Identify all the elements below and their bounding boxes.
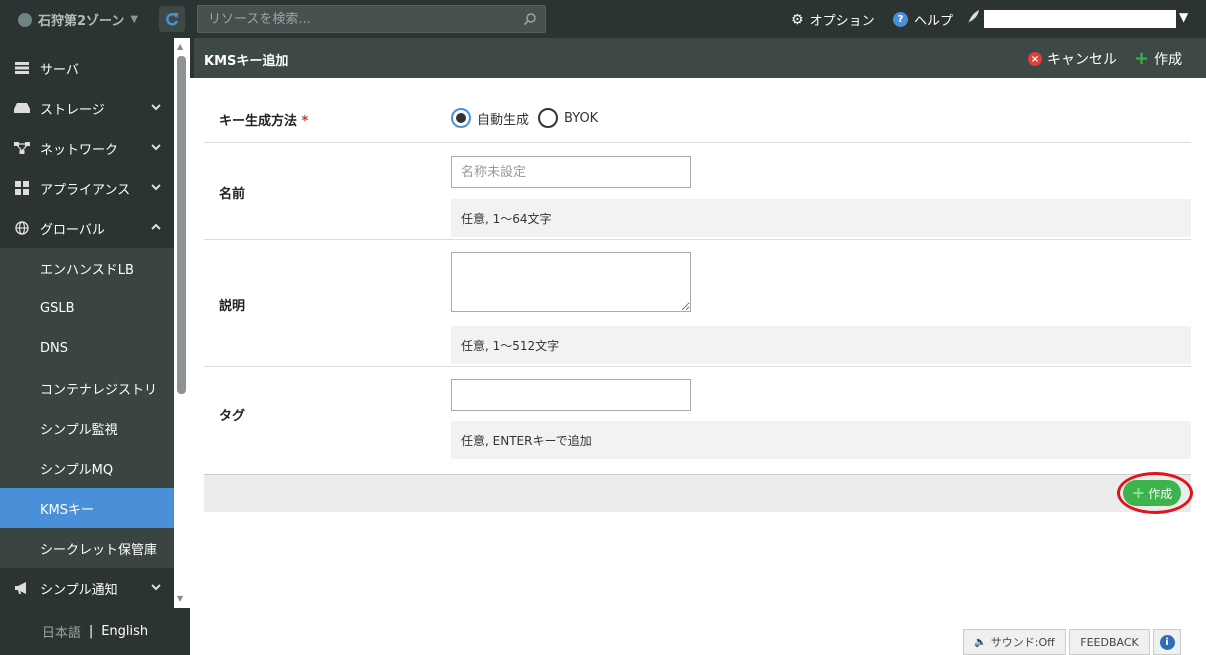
language-switcher: 日本語 | English [0,608,190,655]
tag-label: タグ [219,409,246,424]
sidebar-subitem-dns[interactable]: DNS [0,328,174,368]
help-menu[interactable]: ? ヘルプ [893,10,953,29]
sidebar-subitem-kms-key[interactable]: KMSキー [0,488,174,528]
zone-selector[interactable]: 石狩第2ゾーン ▼ [18,10,138,29]
name-hint: 任意, 1〜64文字 [451,199,1191,237]
sidebar-item-label: グローバル [40,222,105,238]
sidebar-item-global[interactable]: グローバル [0,208,174,248]
appliance-icon [14,180,30,196]
globe-icon [14,220,30,236]
radio-byok[interactable]: BYOK [538,108,598,128]
speaker-icon: 🔈 [974,636,987,648]
cancel-icon: × [1028,52,1042,66]
feedback-button[interactable]: FEEDBACK [1069,629,1150,655]
tag-input[interactable] [451,379,691,411]
sidebar-item-storage[interactable]: ストレージ [0,88,174,128]
cancel-button[interactable]: × キャンセル [1028,49,1117,69]
radio-unchecked-icon [538,108,558,128]
radio-auto-generate[interactable]: 自動生成 [451,108,529,128]
zone-label: 石狩第2ゾーン [38,14,125,29]
feather-icon [966,9,980,25]
zone-globe-icon [18,12,32,27]
search-box[interactable] [197,5,546,33]
sidebar-subitem-enhanced-lb[interactable]: エンハンスドLB [0,248,174,288]
help-icon: ? [893,12,908,27]
description-hint: 任意, 1〜512文字 [451,326,1191,364]
sidebar-subitem-container-registry[interactable]: コンテナレジストリ [0,368,174,408]
chevron-down-icon [151,104,161,111]
caret-down-icon: ▼ [130,14,139,25]
row-name: 名前 任意, 1〜64文字 [204,144,1191,240]
radio-byok-label: BYOK [564,110,599,126]
user-account-box[interactable] [984,10,1176,28]
chevron-down-icon [151,144,161,151]
sidebar-scroll-thumb[interactable] [177,56,186,394]
sidebar-subitem-simple-mq[interactable]: シンプルMQ [0,448,174,488]
sound-toggle-button[interactable]: 🔈 サウンド:Off [963,629,1066,655]
sidebar-item-label: シンプル通知 [40,582,118,598]
sidebar-item-label: ストレージ [40,102,105,118]
chevron-down-icon [151,184,161,191]
chevron-down-icon [151,584,161,591]
required-mark: * [301,114,309,129]
name-label: 名前 [219,187,246,202]
page-title: KMSキー追加 [204,54,289,69]
cancel-label: キャンセル [1047,52,1117,68]
header-create-button[interactable]: + 作成 [1134,49,1182,69]
page-header: KMSキー追加 × キャンセル + 作成 [190,38,1206,78]
gear-icon: ⚙ [791,11,804,28]
network-icon [14,140,30,156]
row-tag: タグ 任意, ENTERキーで追加 [204,367,1191,473]
server-icon [14,60,30,76]
search-input[interactable] [198,6,545,32]
sidebar-subitem-simple-monitor[interactable]: シンプル監視 [0,408,174,448]
row-description: 説明 任意, 1〜512文字 [204,240,1191,367]
row-key-method: キー生成方法 * 自動生成 BYOK [204,79,1191,143]
sidebar-item-simple-notify[interactable]: シンプル通知 [0,568,174,608]
info-button[interactable]: i [1153,629,1181,655]
help-label: ヘルプ [914,14,954,29]
search-icon[interactable] [523,12,537,26]
lang-english-link[interactable]: English [101,624,148,639]
create-label: 作成 [1154,52,1183,68]
sidebar-item-label: ネットワーク [40,142,119,158]
lang-japanese-link[interactable]: 日本語 [42,622,81,641]
sidebar-item-network[interactable]: ネットワーク [0,128,174,168]
scroll-down-arrow-icon[interactable]: ▼ [177,594,183,603]
sound-label: サウンド:Off [990,636,1055,649]
sidebar-item-appliance[interactable]: アプライアンス [0,168,174,208]
chevron-up-icon [151,223,161,230]
info-icon: i [1159,634,1175,650]
key-method-label: キー生成方法 * [219,114,309,129]
description-label: 説明 [219,299,246,314]
form-footer: + 作成 [204,474,1191,512]
highlight-circle [1117,472,1193,514]
sidebar-item-label: アプライアンス [40,182,131,198]
refresh-icon [166,13,179,26]
option-menu[interactable]: ⚙ オプション [791,10,875,30]
description-textarea[interactable] [451,252,691,312]
option-label: オプション [809,14,875,29]
name-input[interactable] [451,156,691,188]
refresh-button[interactable] [159,6,185,32]
plus-icon: + [1134,48,1150,69]
tag-hint: 任意, ENTERキーで追加 [451,421,1191,459]
sidebar-subitem-secret-vault[interactable]: シークレット保管庫 [0,528,174,568]
radio-checked-icon [451,108,471,128]
megaphone-icon [14,580,30,596]
user-menu-caret-icon[interactable]: ▼ [1179,10,1188,24]
sidebar-item-server[interactable]: サーバ [0,48,174,88]
sidebar-subitem-gslb[interactable]: GSLB [0,288,174,328]
radio-auto-label: 自動生成 [477,112,530,128]
scroll-up-arrow-icon[interactable]: ▲ [177,42,183,51]
top-bar: 石狩第2ゾーン ▼ ⚙ オプション ? ヘルプ ▼ [0,0,1206,38]
lang-separator: | [88,624,94,639]
storage-icon [14,100,30,116]
sidebar-item-label: サーバ [40,62,79,78]
